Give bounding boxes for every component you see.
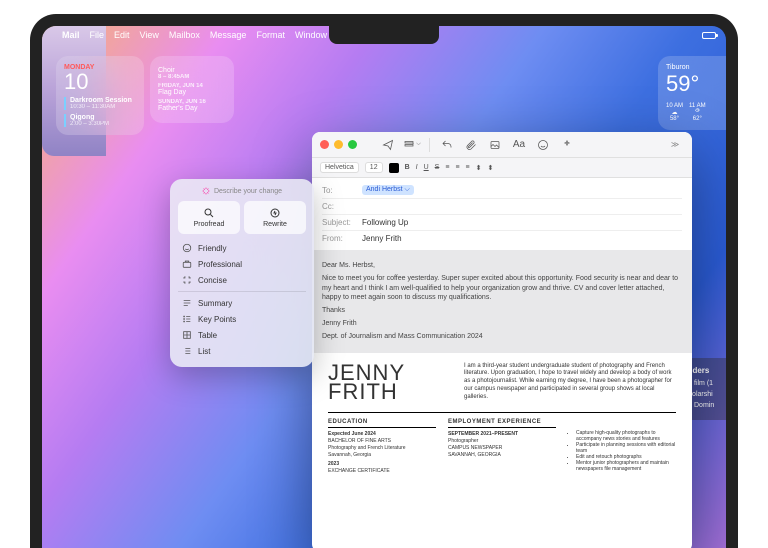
proofread-button[interactable]: Proofread (178, 201, 240, 234)
sparkle-icon (561, 139, 573, 151)
table-icon (182, 330, 192, 340)
paperclip-icon (465, 139, 477, 151)
battery-icon[interactable] (702, 32, 716, 39)
rewrite-button[interactable]: Rewrite (244, 201, 306, 234)
tone-concise[interactable]: Concise (178, 272, 306, 288)
calendar-event: Qigong 2:00 – 3:30PM (64, 114, 136, 127)
weather-location: Tiburon (666, 64, 718, 71)
menu-format[interactable]: Format (256, 30, 285, 40)
writing-tools-popover: Describe your change Proofread Rewrite F… (170, 179, 314, 367)
rewrite-icon (269, 207, 281, 219)
menu-message[interactable]: Message (210, 30, 247, 40)
menu-window[interactable]: Window (295, 30, 327, 40)
lines-icon (182, 298, 192, 308)
resume-attachment: JENNYFRITH I am a third-year student und… (312, 353, 692, 486)
forecast-hour: 11 AM⛅︎62° (689, 103, 706, 122)
color-swatch[interactable] (389, 163, 399, 173)
emoji-button[interactable] (534, 137, 552, 153)
menu-mail[interactable]: Mail (62, 30, 80, 40)
cc-label: Cc: (322, 202, 362, 211)
list-icon (182, 346, 192, 356)
describe-change-button[interactable]: Describe your change (178, 187, 306, 195)
recipient-chip[interactable]: Andi Herbst ⌵ (362, 185, 414, 195)
weather-widget[interactable]: Tiburon 59° 10 AM☁︎58° 11 AM⛅︎62° (658, 56, 726, 130)
menu-file[interactable]: File (90, 30, 105, 40)
to-label: To: (322, 186, 362, 195)
bullets-icon (182, 314, 192, 324)
smile-icon (537, 139, 549, 151)
arrows-in-icon (182, 275, 192, 285)
menu-view[interactable]: View (140, 30, 159, 40)
send-button[interactable] (379, 137, 397, 153)
minimize-button[interactable] (334, 140, 343, 149)
briefcase-icon (182, 259, 192, 269)
photo-icon (489, 139, 501, 151)
day-number: 10 (64, 71, 136, 93)
more-button[interactable]: ≫ (666, 137, 684, 153)
writing-tools-button[interactable] (558, 137, 576, 153)
menu-edit[interactable]: Edit (114, 30, 130, 40)
message-body[interactable]: Dear Ms. Herbst, Nice to meet you for co… (312, 250, 692, 353)
header-fields-button[interactable]: ⌵ (403, 137, 421, 153)
action-keypoints[interactable]: Key Points (178, 311, 306, 327)
close-button[interactable] (320, 140, 329, 149)
forecast-hour: 10 AM☁︎58° (666, 103, 683, 122)
link-button[interactable] (486, 137, 504, 153)
action-summary[interactable]: Summary (178, 295, 306, 311)
window-titlebar: ⌵ Aa ≫ (312, 132, 692, 158)
calendar-list-widget[interactable]: Choir8 – 8:45AM FRIDAY, JUN 14Flag Day S… (150, 56, 234, 123)
format-bar: Helvetica 12 BIUS ≡≡≡ ⬍⬍ (312, 158, 692, 178)
format-button[interactable]: Aa (510, 137, 528, 153)
action-table[interactable]: Table (178, 327, 306, 343)
smile-icon (182, 243, 192, 253)
reply-icon (441, 139, 453, 151)
menu-mailbox[interactable]: Mailbox (169, 30, 200, 40)
magnify-icon (203, 207, 215, 219)
calendar-widget[interactable]: MONDAY 10 Darkroom Session 10:30 – 11:30… (56, 56, 144, 135)
subject-label: Subject: (322, 218, 362, 227)
sparkle-icon (202, 187, 210, 195)
reply-button[interactable] (438, 137, 456, 153)
list-bullet-icon (403, 139, 415, 151)
mail-compose-window: ⌵ Aa ≫ Helvetica 12 BIUS ≡≡≡ ⬍⬍ To:Andi … (312, 132, 692, 548)
attach-button[interactable] (462, 137, 480, 153)
size-select[interactable]: 12 (365, 162, 383, 173)
paperplane-icon (382, 139, 394, 151)
font-select[interactable]: Helvetica (320, 162, 359, 173)
from-label: From: (322, 234, 362, 243)
subject-field[interactable]: Following Up (362, 218, 408, 227)
weather-temp: 59° (666, 71, 718, 97)
from-value[interactable]: Jenny Frith (362, 234, 402, 243)
calendar-event: Darkroom Session 10:30 – 11:30AM (64, 97, 136, 110)
zoom-button[interactable] (348, 140, 357, 149)
tone-friendly[interactable]: Friendly (178, 240, 306, 256)
tone-professional[interactable]: Professional (178, 256, 306, 272)
action-list[interactable]: List (178, 343, 306, 359)
